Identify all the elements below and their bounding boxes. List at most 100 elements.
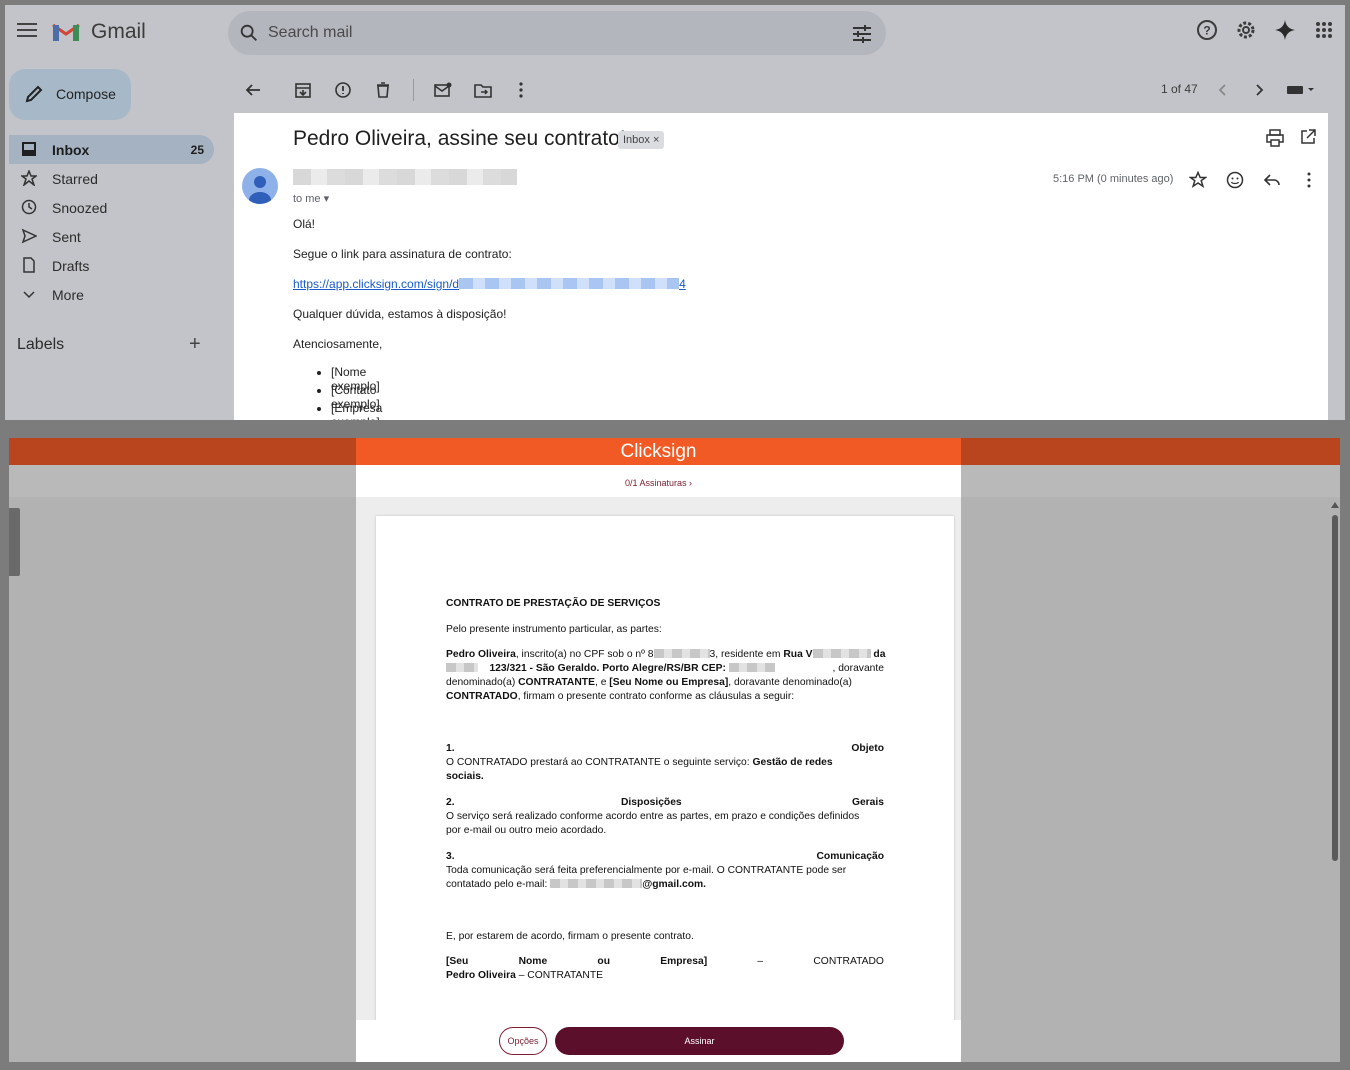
- options-button[interactable]: Opções: [499, 1027, 547, 1055]
- apps-grid-icon[interactable]: [1313, 19, 1335, 41]
- add-label-icon[interactable]: +: [189, 333, 201, 356]
- sign-button[interactable]: Assinar: [555, 1027, 844, 1055]
- scroll-thumb[interactable]: [1332, 515, 1338, 861]
- text-span: [Seu Nome ou Empresa]: [609, 677, 729, 688]
- text-span: sociais: [446, 771, 481, 782]
- report-spam-icon[interactable]: [333, 80, 353, 100]
- search-icon[interactable]: [238, 22, 260, 44]
- star-icon[interactable]: [1188, 170, 1209, 191]
- signoff: Atenciosamente,: [293, 337, 383, 351]
- text-span: 2.: [446, 797, 455, 808]
- clause-3-text: Toda comunicação será feita preferencial…: [446, 865, 847, 876]
- search-bar[interactable]: Search mail: [228, 11, 886, 55]
- signature-link[interactable]: https://app.clicksign.com/sign/d 4: [293, 277, 686, 291]
- list-item: [Contato exemplo]: [331, 383, 382, 411]
- move-to-icon[interactable]: [473, 80, 493, 100]
- more-vertical-icon[interactable]: [1300, 171, 1320, 191]
- reply-icon[interactable]: [1263, 171, 1283, 191]
- contact-list: [Nome exemplo] [Contato exemplo] [Empres…: [331, 365, 382, 420]
- open-new-window-icon[interactable]: [1300, 129, 1316, 145]
- text-span: –: [757, 956, 764, 967]
- text-span: CONTRATADO: [813, 956, 884, 967]
- trash-icon[interactable]: [373, 80, 393, 100]
- main-menu-icon[interactable]: [17, 23, 37, 39]
- text-span: contatado pelo e-mail:: [446, 879, 551, 890]
- inbox-icon: [22, 142, 36, 156]
- sender-avatar[interactable]: [242, 168, 278, 204]
- body-line: Qualquer dúvida, estamos à disposição!: [293, 307, 507, 321]
- chevron-down-icon: [23, 291, 35, 299]
- app-name: Gmail: [91, 20, 146, 43]
- party-name: Pedro Oliveira: [446, 649, 516, 660]
- text-span: , doravante: [832, 663, 884, 674]
- text-span: [Seu: [446, 956, 469, 967]
- text-span: Empresa]: [660, 956, 708, 967]
- text-span: 3.: [446, 851, 455, 862]
- sidebar-item-drafts[interactable]: Drafts: [9, 251, 214, 280]
- sidebar-item-more[interactable]: More: [9, 280, 214, 309]
- recipient-text: to me: [293, 193, 321, 205]
- labels-heading: Labels: [17, 336, 65, 353]
- older-chevron-icon[interactable]: [1249, 80, 1269, 100]
- contract-intro: Pelo presente instrumento particular, as…: [446, 624, 662, 635]
- clause-2-text: O serviço será realizado conforme acordo…: [446, 811, 860, 822]
- clicksign-window: Clicksign 0/1 Assinaturas › CONTRATO DE …: [9, 438, 1340, 1062]
- redacted-email: [550, 879, 643, 888]
- text-span: Disposições: [621, 797, 682, 808]
- sidebar-item-snoozed[interactable]: Snoozed: [9, 193, 214, 222]
- sidebar-item-label: Sent: [52, 228, 81, 245]
- redacted-sender: [293, 169, 517, 185]
- email-view: Pedro Oliveira, assine seu contrato! Inb…: [234, 113, 1328, 420]
- party-line-1: Pedro Oliveira, inscrito(a) no CPF sob o…: [446, 649, 886, 660]
- text-span: 3, residente em: [709, 649, 784, 660]
- text-span: Nome: [518, 956, 548, 967]
- gmail-window: Gmail Search mail ? Compose Inbox 25 Sta…: [5, 5, 1345, 420]
- sidebar-item-label: More: [52, 286, 84, 303]
- text-span: Gestão de redes: [752, 757, 833, 768]
- gemini-sparkle-icon[interactable]: [1274, 19, 1296, 41]
- sidebar-item-label: Inbox: [52, 141, 90, 158]
- scroll-up-icon[interactable]: [1331, 502, 1339, 508]
- compose-label: Compose: [56, 86, 116, 102]
- help-icon[interactable]: ?: [1196, 19, 1218, 41]
- scrollbar[interactable]: [1331, 502, 1340, 1062]
- recipient-line[interactable]: to me ▾: [293, 192, 329, 205]
- sidebar-item-starred[interactable]: Starred: [9, 164, 214, 193]
- sidebar-item-sent[interactable]: Sent: [9, 222, 214, 251]
- more-vertical-icon[interactable]: [511, 80, 531, 100]
- inbox-count: 25: [190, 142, 204, 157]
- list-item: [Nome exemplo]: [331, 365, 382, 393]
- clause-2-text-2: por e-mail ou outro meio acordado.: [446, 825, 607, 836]
- search-input[interactable]: Search mail: [268, 24, 352, 42]
- link-text-end: 4: [679, 277, 686, 291]
- sidebar-item-inbox[interactable]: Inbox 25: [9, 135, 214, 164]
- text-span: , inscrito(a) no CPF sob o nº 8: [515, 649, 654, 660]
- emoji-reaction-icon[interactable]: [1226, 171, 1246, 191]
- text-span: @gmail.com: [642, 879, 704, 890]
- gmail-logo-icon[interactable]: [51, 19, 81, 43]
- caret-down-icon[interactable]: ▾: [324, 193, 330, 205]
- signatures-status-link[interactable]: 0/1 Assinaturas ›: [356, 478, 961, 488]
- party-line-2: 123/321 - São Geraldo. Porto Alegre/RS/B…: [446, 663, 884, 674]
- clause-3-heading: 3. Comunicação: [446, 851, 884, 862]
- search-options-icon[interactable]: [852, 25, 872, 43]
- print-icon[interactable]: [1266, 129, 1284, 147]
- zoom-controls[interactable]: [9, 508, 20, 576]
- toolbar-divider: [413, 79, 414, 101]
- clause-1-text: O CONTRATADO prestará ao CONTRATANTE o s…: [446, 757, 884, 768]
- text-span: da: [873, 649, 886, 660]
- top-right-icons: ?: [1196, 19, 1335, 41]
- back-arrow-icon[interactable]: [243, 80, 263, 100]
- action-bar: Opções Assinar: [356, 1020, 961, 1062]
- compose-button[interactable]: Compose: [9, 69, 131, 120]
- inbox-label-badge[interactable]: Inbox ×: [618, 131, 665, 149]
- chevron-right-icon: ›: [689, 478, 693, 488]
- gmail-panel: Gmail Search mail ? Compose Inbox 25 Sta…: [0, 0, 1350, 428]
- clicksign-logo: Clicksign: [620, 441, 697, 462]
- archive-icon[interactable]: [293, 80, 313, 100]
- mark-unread-icon[interactable]: [433, 80, 453, 100]
- settings-gear-icon[interactable]: [1235, 19, 1257, 41]
- input-tools-keyboard-icon[interactable]: [1287, 80, 1317, 100]
- link-text: https://app.clicksign.com/sign/d: [293, 277, 460, 291]
- newer-chevron-icon[interactable]: [1213, 80, 1233, 100]
